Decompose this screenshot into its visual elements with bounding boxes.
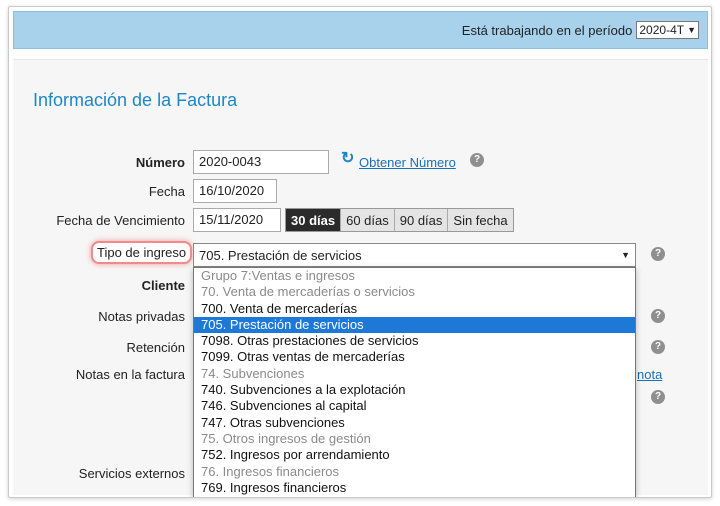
- period-bar: Está trabajando en el período 2020-4T ▼: [13, 11, 708, 49]
- chevron-down-icon: ▼: [687, 25, 696, 35]
- cliente-label: Cliente: [141, 278, 185, 293]
- notas-factura-label: Notas en la factura: [75, 367, 185, 382]
- plazo-30-button[interactable]: 30 días: [286, 209, 342, 231]
- dropdown-group: 76. Ingresos financieros: [201, 463, 340, 479]
- dropdown-group: 74. Subvenciones: [201, 365, 305, 381]
- dropdown-option[interactable]: 7099. Otras ventas de mercaderías: [194, 349, 635, 365]
- help-icon[interactable]: ?: [651, 340, 665, 354]
- numero-field[interactable]: 2020-0043: [193, 150, 329, 174]
- servicios-externos-label: Servicios externos: [78, 466, 185, 481]
- dropdown-option[interactable]: 740. Subvenciones a la explotación: [194, 382, 635, 398]
- invoice-panel: Información de la Factura Número 2020-00…: [13, 59, 708, 497]
- period-select[interactable]: 2020-4T ▼: [636, 21, 699, 39]
- vencimiento-label: Fecha de Vencimiento: [56, 213, 185, 228]
- notas-privadas-label: Notas privadas: [98, 309, 185, 324]
- dropdown-option[interactable]: 700. Venta de mercaderías: [194, 301, 635, 317]
- dropdown-option-selected[interactable]: 705. Prestación de servicios: [194, 316, 635, 334]
- plazo-60-button[interactable]: 60 días: [341, 209, 395, 231]
- dropdown-option[interactable]: 752. Ingresos por arrendamiento: [194, 447, 635, 463]
- retencion-label: Retención: [126, 340, 185, 355]
- chevron-down-icon: ▼: [621, 250, 630, 260]
- app-window: Está trabajando en el período 2020-4T ▼ …: [8, 6, 712, 498]
- period-label: Está trabajando en el período: [461, 22, 633, 38]
- tipo-ingreso-label: Tipo de ingreso: [91, 241, 193, 264]
- page-title: Información de la Factura: [33, 90, 238, 110]
- help-icon[interactable]: ?: [470, 153, 484, 167]
- obtener-numero-link[interactable]: Obtener Número: [359, 155, 456, 170]
- dropdown-option[interactable]: 769. Ingresos financieros: [194, 480, 635, 496]
- help-icon[interactable]: ?: [651, 309, 665, 323]
- dropdown-group: Grupo 7:Ventas e ingresos: [201, 268, 355, 283]
- dropdown-group: 70. Venta de mercaderías o servicios: [201, 284, 415, 300]
- tipo-ingreso-select[interactable]: 705. Prestación de servicios ▼: [193, 243, 636, 267]
- help-icon[interactable]: ?: [651, 247, 665, 261]
- help-icon[interactable]: ?: [651, 390, 665, 404]
- period-value: 2020-4T: [639, 23, 685, 37]
- dropdown-option[interactable]: 7098. Otras prestaciones de servicios: [194, 333, 635, 349]
- sin-fecha-button[interactable]: Sin fecha: [448, 209, 513, 231]
- dropdown-group: 75. Otros ingresos de gestión: [201, 430, 371, 446]
- fecha-field[interactable]: 16/10/2020: [193, 179, 277, 203]
- vencimiento-field[interactable]: 15/11/2020: [193, 208, 281, 232]
- plazo-buttons: 30 días 60 días 90 días Sin fecha: [285, 208, 514, 232]
- numero-label: Número: [135, 155, 185, 170]
- dropdown-option[interactable]: 746. Subvenciones al capital: [194, 398, 635, 414]
- nota-link[interactable]: nota: [637, 367, 662, 382]
- fecha-label: Fecha: [148, 184, 185, 199]
- refresh-icon[interactable]: ↻: [341, 148, 354, 168]
- tipo-ingreso-dropdown: Grupo 7:Ventas e ingresos 70. Venta de m…: [193, 267, 636, 497]
- tipo-ingreso-value: 705. Prestación de servicios: [199, 247, 362, 263]
- plazo-90-button[interactable]: 90 días: [394, 209, 449, 231]
- dropdown-option[interactable]: 747. Otras subvenciones: [194, 415, 635, 431]
